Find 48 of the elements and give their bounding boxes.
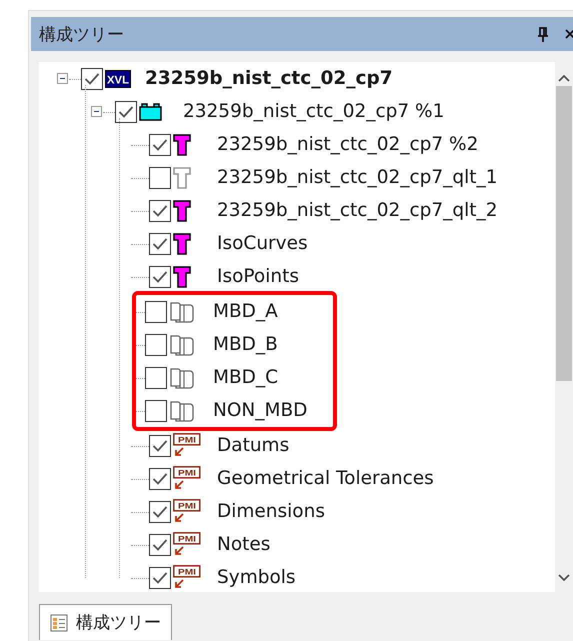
pin-icon[interactable] — [537, 26, 549, 42]
close-icon[interactable] — [565, 28, 573, 40]
tree-item-label[interactable]: Symbols — [217, 567, 296, 588]
tree-item-label[interactable]: IsoPoints — [217, 266, 299, 287]
checkbox[interactable] — [149, 468, 171, 490]
tree-item-label[interactable]: NON_MBD — [213, 400, 308, 421]
xvl-icon: XVL — [105, 68, 131, 88]
tree-item-label[interactable]: MBD_A — [213, 301, 278, 322]
tree-item-label[interactable]: Notes — [217, 534, 270, 555]
tree-item-label[interactable]: IsoCurves — [217, 233, 308, 254]
checkbox[interactable] — [145, 300, 167, 322]
checkbox[interactable] — [81, 68, 103, 90]
panel-tab[interactable]: 構成ツリー — [39, 604, 172, 640]
layer-stack-icon — [169, 366, 195, 388]
tree-item-label[interactable]: MBD_B — [213, 334, 278, 355]
tree-item-label[interactable]: 23259b_nist_ctc_02_cp7 %2 — [217, 134, 478, 155]
checkbox[interactable] — [149, 500, 171, 522]
tree-item-label[interactable]: 23259b_nist_ctc_02_cp7_qlt_2 — [217, 200, 498, 221]
tree-item-label[interactable]: MBD_C — [213, 367, 278, 388]
tree-item-label[interactable]: 23259b_nist_ctc_02_cp7 — [145, 68, 393, 89]
assembly-icon — [139, 102, 163, 122]
checkbox[interactable] — [149, 200, 171, 222]
checkbox[interactable] — [149, 434, 171, 456]
checkbox[interactable] — [149, 232, 171, 254]
collapse-toggle[interactable] — [57, 73, 68, 84]
tree-item-label[interactable]: Geometrical Tolerances — [217, 468, 434, 489]
checkbox[interactable] — [145, 334, 167, 356]
tree-list-icon — [50, 614, 68, 632]
scroll-thumb[interactable] — [556, 86, 572, 381]
tree-item-label[interactable]: 23259b_nist_ctc_02_cp7 %1 — [183, 101, 444, 122]
layer-stack-icon — [169, 334, 195, 356]
checkbox[interactable] — [149, 534, 171, 556]
layer-stack-icon — [169, 300, 195, 322]
checkbox[interactable] — [149, 166, 171, 188]
layer-stack-icon — [169, 400, 195, 422]
checkbox[interactable] — [149, 566, 171, 588]
checkbox[interactable] — [145, 366, 167, 388]
checkbox[interactable] — [149, 134, 171, 156]
checkbox[interactable] — [145, 400, 167, 422]
tree-item-label[interactable]: Datums — [217, 435, 290, 456]
collapse-toggle[interactable] — [91, 106, 102, 117]
checkbox[interactable] — [115, 100, 137, 122]
scroll-down-icon[interactable] — [558, 574, 570, 582]
tree-item-label[interactable]: 23259b_nist_ctc_02_cp7_qlt_1 — [217, 167, 498, 188]
checkbox[interactable] — [149, 266, 171, 288]
panel-title: 構成ツリー — [39, 24, 125, 46]
tree-item-label[interactable]: Dimensions — [217, 501, 325, 522]
scroll-up-icon[interactable] — [558, 74, 570, 82]
